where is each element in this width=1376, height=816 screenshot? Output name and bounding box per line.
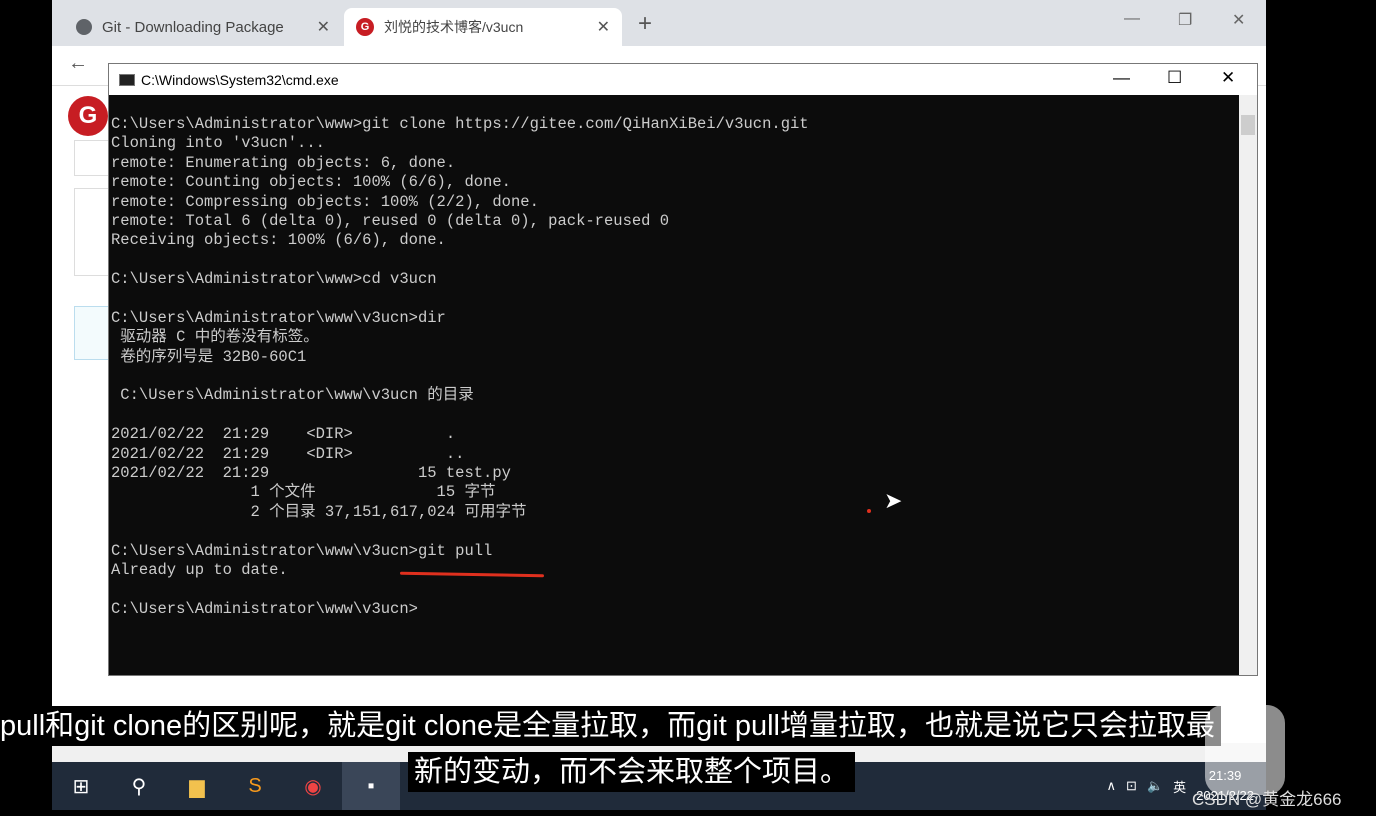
terminal-line: 1 个文件 15 字节: [111, 483, 496, 502]
gitee-logo[interactable]: G: [68, 96, 108, 136]
close-icon[interactable]: ✕: [1232, 10, 1245, 30]
cmd-title: C:\Windows\System32\cmd.exe: [141, 71, 339, 88]
close-tab-icon[interactable]: ✕: [597, 17, 610, 37]
file-explorer-icon[interactable]: ▆: [168, 762, 226, 810]
mouse-cursor-icon: ➤: [884, 488, 903, 513]
tab-label: 刘悦的技术博客/v3ucn: [384, 19, 524, 35]
bilibili-watermark-icon: [1205, 705, 1285, 795]
cmd-window[interactable]: C:\Windows\System32\cmd.exe — ☐ ✕ C:\Use…: [108, 63, 1258, 676]
terminal-line: C:\Users\Administrator\www>cd v3ucn: [111, 270, 437, 289]
ime-indicator[interactable]: 英: [1173, 777, 1186, 796]
tab-bar: Git - Downloading Package ✕ G 刘悦的技术博客/v3…: [52, 0, 1266, 46]
globe-icon: [76, 19, 92, 35]
terminal-line: 2 个目录 37,151,617,024 可用字节: [111, 502, 527, 521]
scrollbar-thumb[interactable]: [1241, 115, 1255, 135]
minimize-icon[interactable]: —: [1113, 68, 1130, 88]
terminal-output[interactable]: C:\Users\Administrator\www>git clone htt…: [111, 115, 809, 619]
tab-v3ucn[interactable]: G 刘悦的技术博客/v3ucn ✕: [344, 8, 622, 46]
chrome-icon[interactable]: ◉: [284, 762, 342, 810]
cmd-icon: [119, 73, 135, 86]
terminal-line: 2021/02/22 21:29 15 test.py: [111, 464, 511, 483]
tab-label: Git - Downloading Package: [102, 18, 284, 36]
new-tab-icon[interactable]: +: [638, 10, 652, 38]
maximize-icon[interactable]: ☐: [1167, 68, 1182, 88]
terminal-line: C:\Users\Administrator\www\v3ucn>dir: [111, 308, 446, 327]
restore-icon[interactable]: ❐: [1178, 10, 1192, 30]
gitee-icon: G: [356, 18, 374, 36]
terminal-line: C:\Users\Administrator\www\v3ucn>: [111, 599, 418, 618]
close-icon[interactable]: ✕: [1221, 68, 1235, 88]
cmd-titlebar[interactable]: C:\Windows\System32\cmd.exe: [109, 64, 1257, 95]
terminal-line: remote: Enumerating objects: 6, done.: [111, 153, 456, 172]
csdn-watermark: CSDN @黄金龙666: [1192, 790, 1342, 809]
minimize-icon[interactable]: —: [1124, 10, 1140, 28]
close-tab-icon[interactable]: ✕: [317, 17, 330, 37]
terminal-line: C:\Users\Administrator\www>git clone htt…: [111, 115, 809, 133]
terminal-line: remote: Total 6 (delta 0), reused 0 (del…: [111, 211, 670, 230]
terminal-line: C:\Users\Administrator\www\v3ucn>git pul…: [111, 541, 493, 560]
terminal-line: C:\Users\Administrator\www\v3ucn 的目录: [111, 386, 474, 405]
terminal-line: remote: Compressing objects: 100% (2/2),…: [111, 192, 539, 211]
search-icon[interactable]: ⚲: [110, 762, 168, 810]
subtitle-line-1: pull和git clone的区别呢，就是git clone是全量拉取，而git…: [0, 706, 1221, 746]
chevron-up-icon[interactable]: ∧: [1107, 778, 1117, 794]
terminal-line: Already up to date.: [111, 560, 288, 579]
terminal-line: 驱动器 C 中的卷没有标签。: [111, 328, 319, 347]
sublime-icon[interactable]: S: [226, 762, 284, 810]
terminal-line: 2021/02/22 21:29 <DIR> .: [111, 425, 456, 444]
terminal-line: 2021/02/22 21:29 <DIR> ..: [111, 444, 465, 463]
vertical-scrollbar[interactable]: [1239, 95, 1257, 675]
annotation-dot: [867, 509, 871, 513]
cmd-taskbar-icon[interactable]: ▪: [342, 762, 400, 810]
tab-git-downloading[interactable]: Git - Downloading Package ✕: [64, 8, 342, 46]
terminal-line: remote: Counting objects: 100% (6/6), do…: [111, 173, 511, 192]
volume-icon[interactable]: 🔈: [1147, 778, 1163, 794]
terminal-line: Cloning into 'v3ucn'...: [111, 134, 325, 153]
windows-start-icon[interactable]: ⊞: [52, 762, 110, 810]
network-icon[interactable]: ⊡: [1126, 778, 1137, 794]
back-arrow-icon[interactable]: ←: [68, 52, 88, 75]
terminal-line: Receiving objects: 100% (6/6), done.: [111, 231, 446, 250]
subtitle-line-2: 新的变动，而不会来取整个项目。: [408, 752, 856, 792]
terminal-line: 卷的序列号是 32B0-60C1: [111, 347, 307, 366]
